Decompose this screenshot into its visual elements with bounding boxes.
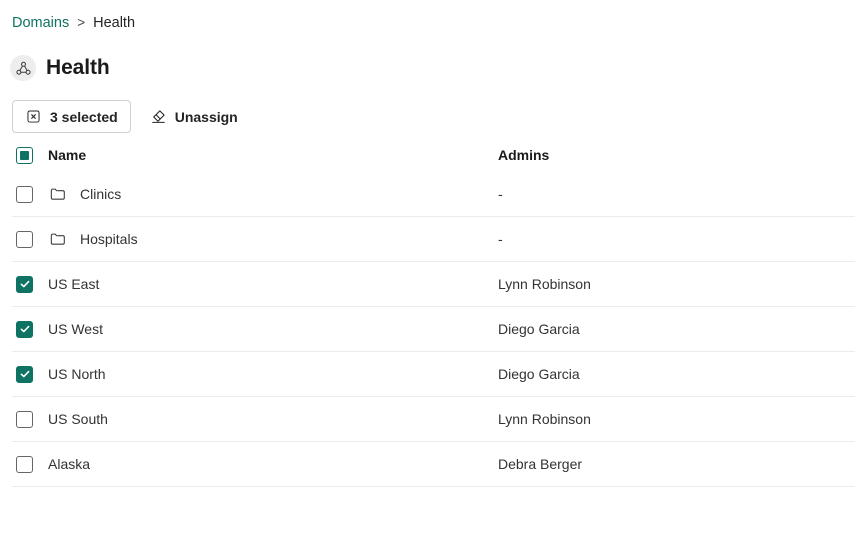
row-select-cell [12, 231, 48, 248]
row-select-cell [12, 276, 48, 293]
select-all-cell [12, 147, 48, 164]
cell-name: US East [48, 276, 498, 292]
row-checkbox[interactable] [16, 186, 33, 203]
unassign-button[interactable]: Unassign [139, 100, 249, 133]
folder-icon [48, 229, 68, 249]
domain-share-icon [10, 55, 36, 81]
row-admins-label: Debra Berger [498, 456, 855, 472]
breadcrumb-item-domains[interactable]: Domains [12, 12, 69, 34]
row-admins-label: Lynn Robinson [498, 411, 855, 427]
cell-name: Hospitals [48, 229, 498, 249]
cell-name: Clinics [48, 184, 498, 204]
row-checkbox[interactable] [16, 231, 33, 248]
table-row[interactable]: US West Diego Garcia [12, 307, 855, 352]
select-all-checkbox[interactable] [16, 147, 33, 164]
row-name-label: US North [48, 366, 106, 382]
row-select-cell [12, 186, 48, 203]
domains-table: Name Admins Clinics - Hospitals - US East Lyn… [12, 138, 855, 487]
unassign-label: Unassign [175, 109, 238, 125]
table-header-row: Name Admins [12, 138, 855, 172]
cell-name: Alaska [48, 456, 498, 472]
page-header: Health [10, 52, 110, 84]
cell-name: US West [48, 321, 498, 337]
command-toolbar: 3 selected Unassign [12, 100, 249, 133]
breadcrumb-item-health: Health [93, 12, 135, 34]
column-header-name[interactable]: Name [48, 147, 498, 163]
row-checkbox[interactable] [16, 276, 33, 293]
row-select-cell [12, 321, 48, 338]
row-name-label: US South [48, 411, 108, 427]
row-admins-label: Lynn Robinson [498, 276, 855, 292]
table-row[interactable]: Hospitals - [12, 217, 855, 262]
row-select-cell [12, 366, 48, 383]
row-checkbox[interactable] [16, 411, 33, 428]
row-checkbox[interactable] [16, 366, 33, 383]
domain-detail-page: Domains > Health Health 3 selected [0, 0, 863, 541]
column-header-admins[interactable]: Admins [498, 147, 855, 163]
row-checkbox[interactable] [16, 321, 33, 338]
row-name-label: Clinics [80, 186, 121, 202]
row-admins-label: Diego Garcia [498, 366, 855, 382]
row-name-label: Alaska [48, 456, 90, 472]
table-row[interactable]: US South Lynn Robinson [12, 397, 855, 442]
page-title: Health [46, 56, 110, 80]
table-row[interactable]: US North Diego Garcia [12, 352, 855, 397]
cell-name: US North [48, 366, 498, 382]
selected-count-label: 3 selected [50, 109, 118, 125]
table-row[interactable]: US East Lynn Robinson [12, 262, 855, 307]
folder-icon [48, 184, 68, 204]
breadcrumb: Domains > Health [12, 12, 135, 34]
row-admins-label: Diego Garcia [498, 321, 855, 337]
row-select-cell [12, 411, 48, 428]
row-checkbox[interactable] [16, 456, 33, 473]
cell-name: US South [48, 411, 498, 427]
row-admins-label: - [498, 186, 855, 202]
table-row[interactable]: Alaska Debra Berger [12, 442, 855, 487]
row-select-cell [12, 456, 48, 473]
selected-count-button[interactable]: 3 selected [12, 100, 131, 133]
row-name-label: Hospitals [80, 231, 138, 247]
breadcrumb-separator: > [77, 12, 85, 34]
eraser-icon [150, 108, 167, 125]
row-name-label: US West [48, 321, 103, 337]
row-admins-label: - [498, 231, 855, 247]
row-name-label: US East [48, 276, 99, 292]
dismiss-square-icon [25, 108, 42, 125]
table-row[interactable]: Clinics - [12, 172, 855, 217]
